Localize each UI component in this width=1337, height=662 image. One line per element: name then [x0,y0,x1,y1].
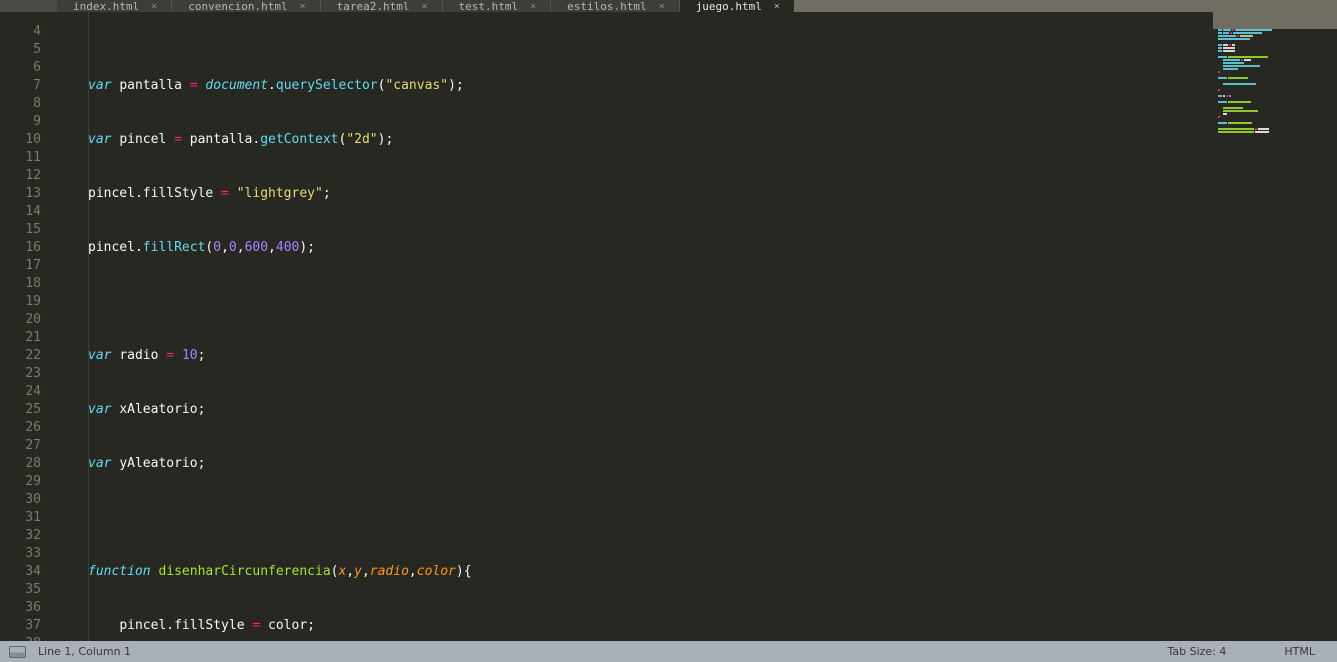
line-number: 17 [25,258,41,273]
minimap-viewport-indicator[interactable] [1213,12,1337,29]
line-number: 24 [25,384,41,399]
close-icon[interactable]: × [422,1,428,12]
tab-index-html[interactable]: index.html × [57,0,173,12]
code-line: var yAleatorio; [88,456,206,471]
close-icon[interactable]: × [659,1,665,12]
code-line: var radio = 10; [88,348,206,363]
syntax-mode-button[interactable]: HTML [1284,645,1315,658]
tab-bar: index.html × convencion.html × tarea2.ht… [0,0,1337,12]
line-number: 22 [25,348,41,363]
tab-convencion-html[interactable]: convencion.html × [172,0,321,12]
editor-window: index.html × convencion.html × tarea2.ht… [0,0,1337,662]
line-number: 5 [33,42,41,57]
line-number: 35 [25,582,41,597]
code-line: pincel.fillRect(0,0,600,400); [88,240,316,255]
close-icon[interactable]: × [774,1,780,12]
tab-juego-html[interactable]: juego.html × [679,0,794,12]
line-number: 11 [25,150,41,165]
line-number: 32 [25,528,41,543]
code-line: function disenharCircunferencia(x,y,radi… [88,564,472,579]
minimap-row [1213,131,1337,134]
line-number: 9 [33,114,41,129]
line-number: 15 [25,222,41,237]
minimap-rows [1213,29,1337,134]
tab-tarea2-html[interactable]: tarea2.html × [320,0,443,12]
line-number: 23 [25,366,41,381]
line-number: 27 [25,438,41,453]
code-line: pincel.fillStyle = "lightgrey"; [88,186,331,201]
line-number: 38 [0,635,52,641]
minimap[interactable] [1213,12,1337,641]
tab-label: estilos.html [567,1,647,12]
close-icon[interactable]: × [300,1,306,12]
editor-area[interactable]: 4 5 6 7 8 9 10 11 12 13 14 15 16 17 18 19 20 21 22 23 24 25 26… [0,12,1337,641]
code-line: var pincel = pantalla.getContext("2d"); [88,132,394,147]
tab-estilos-html[interactable]: estilos.html × [551,0,680,12]
tab-label: index.html [73,1,140,12]
line-number: 7 [33,78,41,93]
line-number: 29 [25,474,41,489]
tab-label: juego.html [695,1,762,12]
code-viewport[interactable]: var pantalla = document.querySelector("c… [52,12,1337,641]
tab-label: tarea2.html [336,1,410,12]
line-number: 10 [25,132,41,147]
line-number: 4 [33,24,41,39]
tab-label: convencion.html [188,1,288,12]
line-number: 16 [25,240,41,255]
status-bar: Line 1, Column 1 Tab Size: 4 HTML [0,641,1337,662]
line-number-gutter: 4 5 6 7 8 9 10 11 12 13 14 15 16 17 18 19 20 21 22 23 24 25 26… [0,12,52,641]
line-number: 26 [25,420,41,435]
line-number: 36 [25,600,41,615]
line-number: 25 [25,402,41,417]
line-number: 18 [25,276,41,291]
close-icon[interactable]: × [530,1,536,12]
tab-size-button[interactable]: Tab Size: 4 [1167,645,1226,658]
line-number: 20 [25,312,41,327]
line-number: 14 [25,204,41,219]
code-content[interactable]: var pantalla = document.querySelector("c… [52,23,1337,641]
code-line: var xAleatorio; [88,402,206,417]
line-number: 13 [25,186,41,201]
line-number: 8 [33,96,41,111]
line-number: 37 [25,618,41,633]
code-line: pincel.fillStyle = color; [119,618,315,633]
line-number: 34 [25,564,41,579]
line-number: 12 [25,168,41,183]
monitor-icon[interactable] [9,645,26,658]
tab-test-html[interactable]: test.html × [442,0,552,12]
line-number: 19 [25,294,41,309]
tab-bar-empty-area [793,0,1337,12]
line-number: 28 [25,456,41,471]
line-number: 31 [25,510,41,525]
close-icon[interactable]: × [151,1,157,12]
line-number: 21 [25,330,41,345]
line-number: 30 [25,492,41,507]
line-number: 6 [33,60,41,75]
line-number: 33 [25,546,41,561]
tab-label: test.html [458,1,519,12]
cursor-position-label: Line 1, Column 1 [38,645,132,658]
code-line: var pantalla = document.querySelector("c… [88,78,464,93]
